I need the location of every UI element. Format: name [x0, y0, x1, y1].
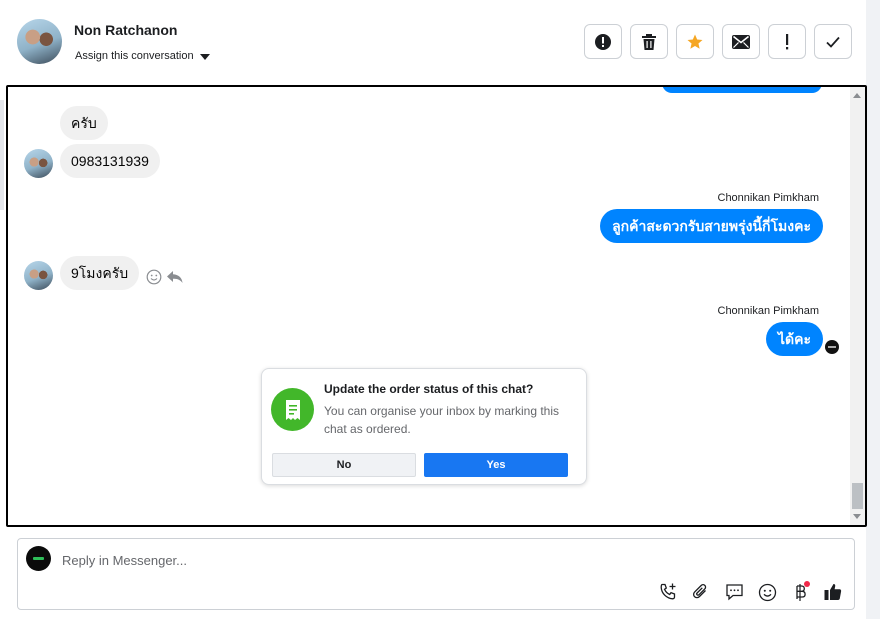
reply-composer	[17, 538, 855, 610]
star-button[interactable]	[676, 24, 714, 59]
envelope-icon	[732, 34, 750, 49]
contact-avatar-small[interactable]	[24, 261, 53, 290]
follow-up-button[interactable]	[768, 24, 806, 59]
assign-conversation-dropdown[interactable]: Assign this conversation	[75, 50, 210, 62]
order-status-prompt: Update the order status of this chat? Yo…	[261, 368, 587, 485]
paperclip-icon	[692, 584, 707, 599]
order-prompt-title: Update the order status of this chat?	[324, 382, 534, 396]
order-prompt-description: You can organise your inbox by marking t…	[324, 404, 560, 436]
composer-toolbar	[657, 581, 844, 603]
left-edge-marker	[0, 100, 4, 210]
message-thread[interactable]: ครับ 0983131939 Chonnikan Pimkham ลูกค้า…	[6, 85, 867, 527]
thread-scrollbar[interactable]	[850, 87, 865, 525]
thumbs-up-icon	[824, 584, 842, 600]
sender-name: Chonnikan Pimkham	[717, 192, 820, 204]
exclamation-icon	[786, 33, 789, 49]
payment-button[interactable]	[789, 581, 811, 603]
outgoing-message[interactable]: ลูกค้าสะดวกรับสายพรุ่งนี้กี่โมงคะ	[600, 209, 823, 243]
message-hover-actions	[146, 269, 184, 285]
scroll-down-arrow-icon[interactable]	[853, 514, 861, 519]
page-avatar	[26, 546, 51, 571]
reply-icon[interactable]	[166, 269, 184, 285]
emoji-reaction-icon[interactable]	[146, 269, 162, 285]
mark-done-button[interactable]	[814, 24, 852, 59]
alert-circle-icon	[595, 33, 611, 50]
order-yes-button[interactable]: Yes	[424, 453, 568, 477]
incoming-message[interactable]: 0983131939	[60, 144, 160, 178]
previous-outgoing-bubble	[662, 87, 822, 93]
call-button[interactable]	[657, 581, 679, 603]
caret-down-icon	[199, 53, 210, 60]
phone-plus-icon	[660, 583, 676, 600]
incoming-message[interactable]: 9โมงครับ	[60, 256, 140, 290]
trash-icon	[642, 33, 656, 50]
delete-button[interactable]	[630, 24, 668, 59]
contact-avatar[interactable]	[17, 19, 62, 64]
like-button[interactable]	[822, 581, 844, 603]
reply-input[interactable]	[62, 549, 662, 571]
incoming-message[interactable]: ครับ	[60, 106, 108, 140]
assign-conversation-label: Assign this conversation	[75, 50, 194, 62]
contact-avatar-small[interactable]	[24, 149, 53, 178]
attach-button[interactable]	[690, 581, 712, 603]
scroll-up-arrow-icon[interactable]	[853, 93, 861, 98]
emoji-button[interactable]	[756, 581, 778, 603]
sender-name: Chonnikan Pimkham	[717, 305, 820, 317]
saved-replies-button[interactable]	[723, 581, 745, 603]
star-icon	[687, 34, 703, 49]
notification-dot	[804, 581, 810, 587]
chat-bubble-icon	[725, 584, 743, 601]
right-edge	[866, 0, 880, 619]
receipt-icon	[271, 388, 314, 431]
checkmark-icon	[826, 36, 840, 48]
seen-indicator-avatar	[825, 340, 839, 354]
outgoing-message[interactable]: ได้คะ	[765, 322, 823, 356]
smiley-icon	[758, 583, 776, 601]
scroll-thumb[interactable]	[852, 483, 863, 509]
conversation-header: Non Ratchanon Assign this conversation	[7, 0, 866, 84]
contact-name[interactable]: Non Ratchanon	[74, 22, 177, 38]
mark-spam-button[interactable]	[584, 24, 622, 59]
order-no-button[interactable]: No	[272, 453, 416, 477]
conversation-toolbar	[584, 24, 852, 59]
mark-unread-button[interactable]	[722, 24, 760, 59]
